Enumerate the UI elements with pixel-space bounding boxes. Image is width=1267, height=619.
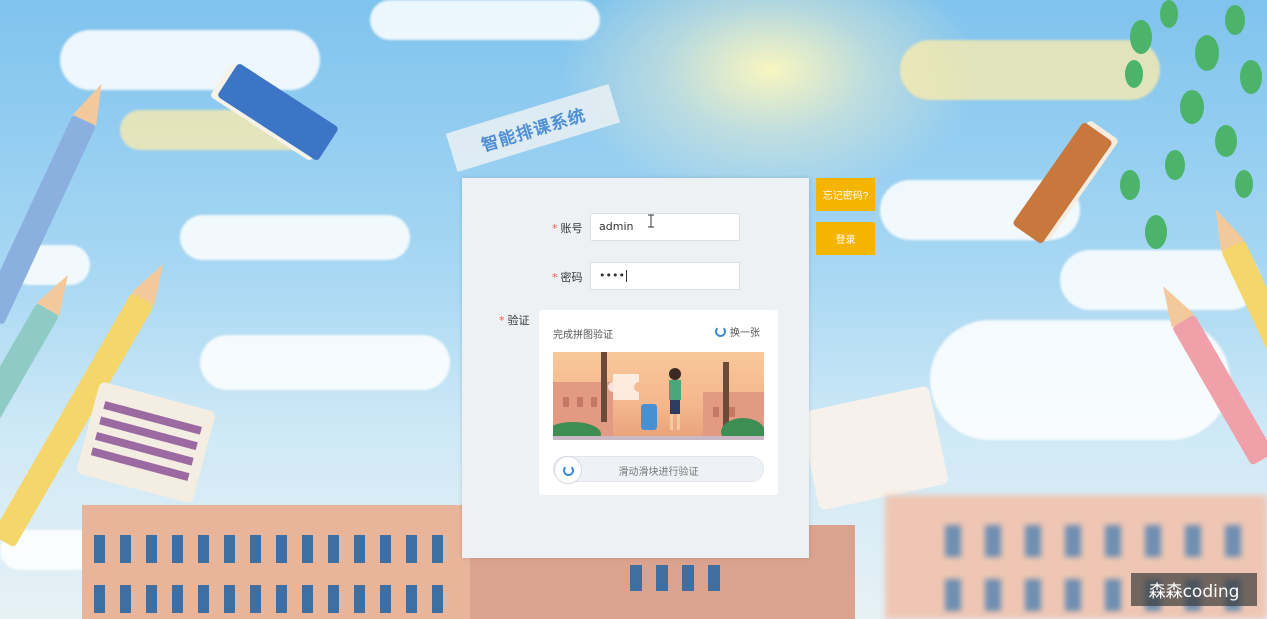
cloud bbox=[900, 40, 1160, 100]
watermark: 森森coding bbox=[1131, 573, 1257, 606]
forgot-password-button[interactable]: 忘记密码? bbox=[816, 178, 875, 211]
captcha-refresh-button[interactable]: 换一张 bbox=[715, 324, 760, 339]
required-mark: * bbox=[499, 314, 505, 327]
slider-hint: 滑动滑块进行验证 bbox=[618, 467, 699, 478]
open-book bbox=[799, 385, 949, 511]
pencil bbox=[0, 268, 80, 438]
cloud bbox=[200, 335, 450, 390]
password-label: * 密码 bbox=[552, 271, 583, 284]
password-input[interactable]: •••• bbox=[590, 262, 740, 290]
captcha-heading: 完成拼图验证 bbox=[553, 330, 613, 341]
captcha-widget: 完成拼图验证 换一张 滑动滑块进行验证 bbox=[539, 310, 778, 495]
cloud bbox=[60, 30, 320, 90]
captcha-label: * 验证 bbox=[499, 314, 530, 327]
open-book bbox=[75, 381, 217, 504]
required-mark: * bbox=[552, 271, 558, 284]
account-label: * 账号 bbox=[552, 222, 583, 235]
refresh-icon bbox=[715, 326, 726, 337]
i-beam-cursor-icon bbox=[648, 214, 654, 228]
captcha-slider-track[interactable]: 滑动滑块进行验证 bbox=[553, 456, 764, 484]
required-mark: * bbox=[552, 222, 558, 235]
sun-glow bbox=[560, 0, 980, 200]
account-input[interactable]: admin bbox=[590, 213, 740, 241]
login-form-panel: * 账号 admin * 密码 •••• * 验证 完成拼图验证 换一张 滑动滑… bbox=[462, 178, 809, 558]
cloud bbox=[370, 0, 600, 40]
puzzle-illustration bbox=[553, 352, 764, 440]
app-title-banner: 智能排课系统 bbox=[445, 84, 621, 172]
app-title: 智能排课系统 bbox=[479, 105, 589, 156]
cloud bbox=[180, 215, 410, 260]
captcha-puzzle-image bbox=[553, 352, 764, 440]
building bbox=[82, 505, 472, 619]
login-button[interactable]: 登录 bbox=[816, 222, 875, 255]
captcha-refresh-label: 换一张 bbox=[730, 328, 760, 339]
text-caret bbox=[625, 270, 627, 282]
